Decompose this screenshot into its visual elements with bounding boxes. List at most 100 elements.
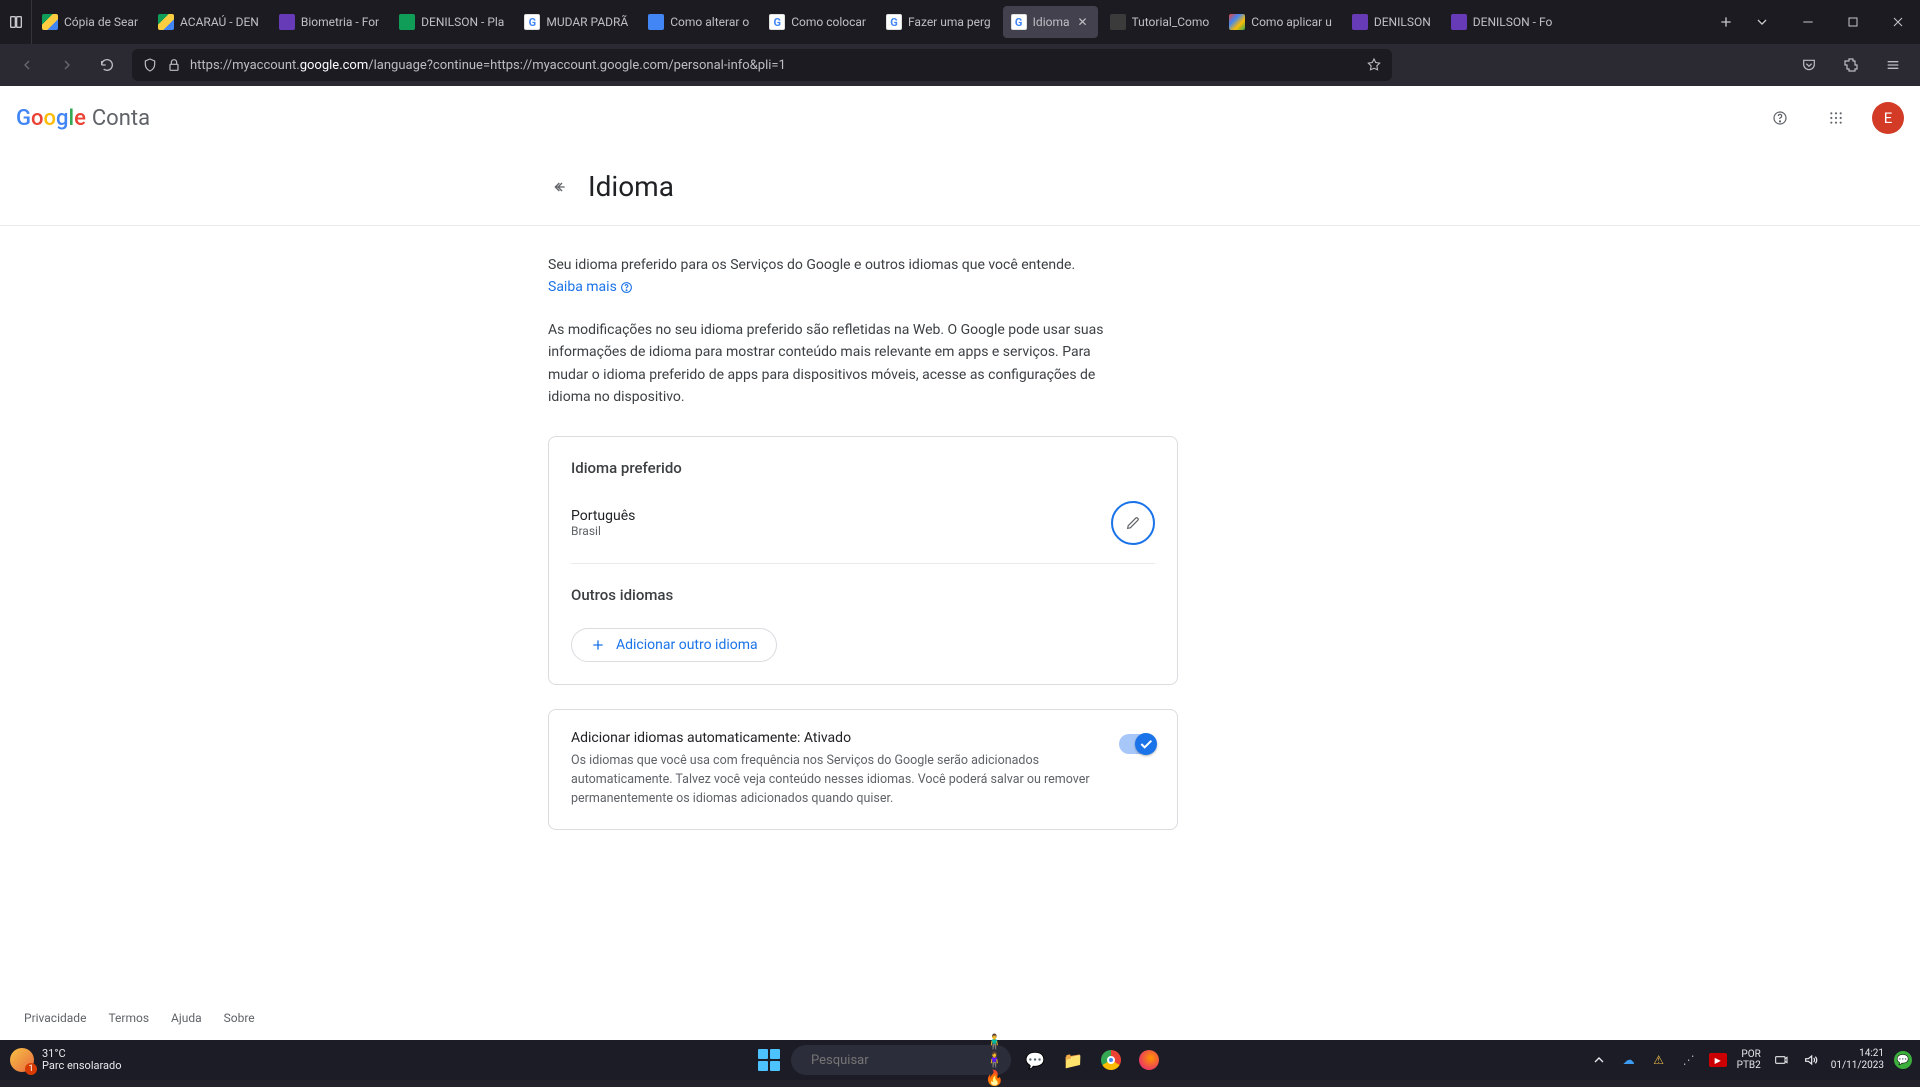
back-button[interactable] <box>548 175 572 199</box>
search-doodle-icon: 🧍‍♂️🧍‍♀️🔥 <box>985 1033 1004 1087</box>
tab-label: Fazer uma perg <box>908 15 991 29</box>
tray-lang1: POR <box>1737 1049 1761 1060</box>
auto-add-toggle[interactable] <box>1119 734 1155 754</box>
all-tabs-button[interactable] <box>1753 13 1771 31</box>
new-tab-button[interactable] <box>1717 13 1735 31</box>
google-apps-button[interactable] <box>1816 98 1856 138</box>
tray-volume-icon[interactable] <box>1801 1050 1821 1070</box>
nav-back-button[interactable] <box>12 50 42 80</box>
preferred-language-row: Português Brasil <box>571 501 1155 545</box>
pdf-icon <box>1110 14 1126 30</box>
tab-label: Biometria - For <box>301 15 379 29</box>
learn-more-link[interactable]: Saiba mais <box>548 279 633 295</box>
tab-5[interactable]: Como alterar o <box>638 0 759 44</box>
taskbar-center: 🧍‍♂️🧍‍♀️🔥 💬 📁 <box>755 1044 1165 1076</box>
tray-chevron-icon[interactable] <box>1589 1050 1609 1070</box>
auto-add-title: Adicionar idiomas automaticamente: Ativa… <box>571 730 1105 746</box>
tab-6[interactable]: GComo colocar <box>759 0 876 44</box>
workspaces-icon <box>8 14 24 30</box>
tray-network-mute-icon[interactable]: ⋰ <box>1679 1050 1699 1070</box>
close-window-button[interactable] <box>1875 0 1920 44</box>
taskbar-firefox-icon[interactable] <box>1133 1044 1165 1076</box>
tab-7[interactable]: GFazer uma perg <box>876 0 1001 44</box>
footer-privacy-link[interactable]: Privacidade <box>24 1011 86 1025</box>
tab-label: ACARAÚ - DEN <box>180 15 259 29</box>
taskbar-explorer-icon[interactable]: 📁 <box>1057 1044 1089 1076</box>
tab-close-button[interactable]: ✕ <box>1076 15 1090 29</box>
footer-help-link[interactable]: Ajuda <box>171 1011 202 1025</box>
account-avatar[interactable]: E <box>1872 102 1904 134</box>
tab-0[interactable]: Cópia de Sear <box>32 0 148 44</box>
taskbar-search-input[interactable] <box>811 1053 977 1068</box>
tracking-shield-icon[interactable] <box>142 57 158 73</box>
tab-4[interactable]: GMUDAR PADRÃ <box>514 0 638 44</box>
toggle-knob <box>1135 733 1157 755</box>
intro-paragraph: Seu idioma preferido para os Serviços do… <box>548 254 1108 299</box>
tray-wifi-icon[interactable] <box>1771 1050 1791 1070</box>
google-logo[interactable]: Google Conta <box>16 106 150 131</box>
tab-10[interactable]: Como aplicar u <box>1219 0 1342 44</box>
taskbar-apps: 💬 📁 <box>1019 1044 1165 1076</box>
tab-11[interactable]: DENILSON <box>1342 0 1441 44</box>
weather-desc: Parc ensolarado <box>42 1060 121 1072</box>
taskbar-search[interactable]: 🧍‍♂️🧍‍♀️🔥 <box>791 1045 1011 1075</box>
auto-add-description: Os idiomas que você usa com frequência n… <box>571 752 1091 808</box>
page-title-row: Idioma <box>0 150 1920 226</box>
language-region: Brasil <box>571 524 635 538</box>
start-button[interactable] <box>755 1046 783 1074</box>
maximize-button[interactable] <box>1830 0 1875 44</box>
tray-clock[interactable]: 14:21 01/11/2023 <box>1831 1048 1884 1072</box>
tab-12[interactable]: DENILSON - Fo <box>1441 0 1563 44</box>
tab-label: Como alterar o <box>670 15 749 29</box>
other-languages-section: Outros idiomas Adicionar outro idioma <box>571 586 1155 662</box>
url-field[interactable]: https://myaccount.google.com/language?co… <box>132 49 1392 81</box>
nav-forward-button[interactable] <box>52 50 82 80</box>
tab-8-active[interactable]: GIdioma✕ <box>1003 6 1098 38</box>
docs-icon <box>648 14 664 30</box>
footer-terms-link[interactable]: Termos <box>108 1011 149 1025</box>
tray-notifications-icon[interactable]: 💬 <box>1894 1051 1912 1069</box>
forms-icon <box>1352 14 1368 30</box>
tab-1[interactable]: ACARAÚ - DEN <box>148 0 269 44</box>
tab-label: Tutorial_Como <box>1132 15 1210 29</box>
google-header: Google Conta E <box>0 86 1920 150</box>
help-button[interactable] <box>1760 98 1800 138</box>
tray-security-icon[interactable]: ⚠ <box>1649 1050 1669 1070</box>
extensions-button[interactable] <box>1836 50 1866 80</box>
taskbar-chrome-icon[interactable] <box>1095 1044 1127 1076</box>
intro-text: Seu idioma preferido para os Serviços do… <box>548 257 1075 273</box>
footer-about-link[interactable]: Sobre <box>224 1011 255 1025</box>
page-content: Google Conta E Idioma Seu idioma preferi… <box>0 86 1920 1040</box>
tray-youtube-icon[interactable]: ▶ <box>1709 1053 1727 1067</box>
edit-language-button[interactable] <box>1111 501 1155 545</box>
taskbar-teams-icon[interactable]: 💬 <box>1019 1044 1051 1076</box>
tray-onedrive-icon[interactable]: ☁ <box>1619 1050 1639 1070</box>
save-pocket-button[interactable] <box>1794 50 1824 80</box>
weather-widget[interactable]: 31°C Parc ensolarado <box>0 1048 131 1072</box>
bookmark-star-button[interactable] <box>1366 57 1382 73</box>
tab-3[interactable]: DENILSON - Pla <box>389 0 514 44</box>
tab-label: DENILSON - Pla <box>421 15 504 29</box>
tray-language[interactable]: POR PTB2 <box>1737 1049 1761 1071</box>
tab-label: DENILSON <box>1374 15 1431 29</box>
logo-product: Conta <box>92 106 150 131</box>
google-icon: G <box>524 14 540 30</box>
app-menu-button[interactable] <box>1878 50 1908 80</box>
main-content: Seu idioma preferido para os Serviços do… <box>0 226 1176 830</box>
preferred-language-card: Idioma preferido Português Brasil Outros… <box>548 436 1178 685</box>
tab-2[interactable]: Biometria - For <box>269 0 389 44</box>
minimize-button[interactable] <box>1785 0 1830 44</box>
nav-reload-button[interactable] <box>92 50 122 80</box>
page-title: Idioma <box>588 170 674 203</box>
other-languages-heading: Outros idiomas <box>571 586 1155 604</box>
windows-taskbar: 31°C Parc ensolarado 🧍‍♂️🧍‍♀️🔥 💬 📁 ☁ ⚠ ⋰… <box>0 1040 1920 1080</box>
tab-9[interactable]: Tutorial_Como <box>1100 0 1220 44</box>
page-footer: Privacidade Termos Ajuda Sobre <box>0 996 1920 1040</box>
add-language-button[interactable]: Adicionar outro idioma <box>571 628 777 662</box>
toolbar-right <box>1794 50 1908 80</box>
tab-label: Como aplicar u <box>1251 15 1332 29</box>
drive-icon <box>158 14 174 30</box>
workspaces-button[interactable] <box>0 0 32 44</box>
lock-icon[interactable] <box>166 57 182 73</box>
language-name: Português <box>571 508 635 524</box>
